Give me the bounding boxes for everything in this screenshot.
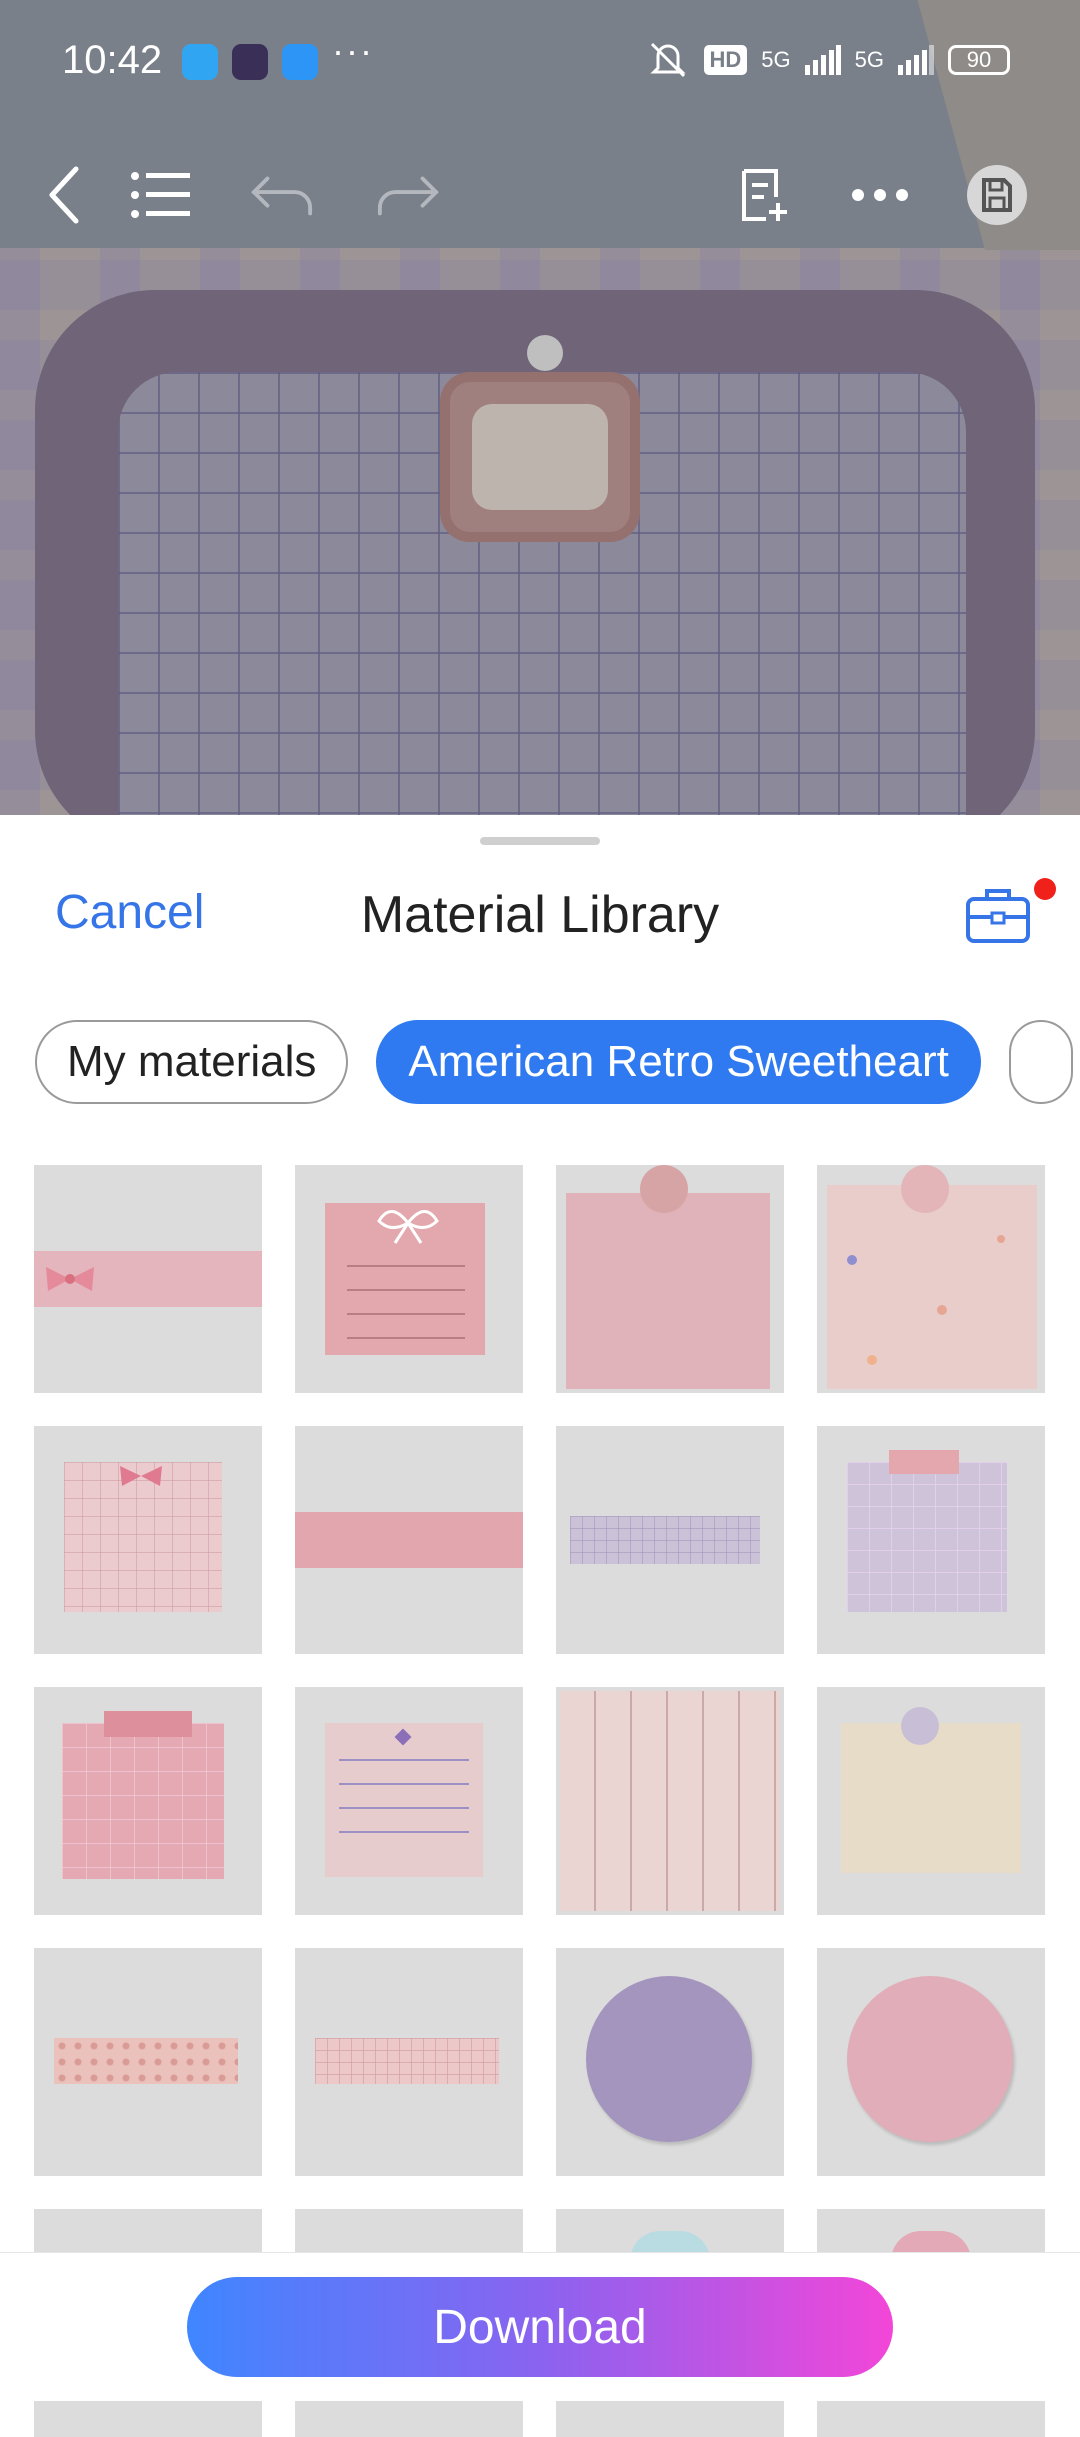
signal-label-1: 5G: [761, 47, 791, 72]
notification-badge: [1034, 878, 1056, 900]
material-item-pink-heart-tape[interactable]: [34, 1948, 262, 2176]
white-bow-icon: [377, 1210, 439, 1244]
toolbox-icon[interactable]: [965, 885, 1031, 945]
material-library-sheet: Material Library Cancel My materials Amer…: [0, 815, 1080, 2437]
bow-icon: [46, 1267, 94, 1291]
video-app-icon: [232, 44, 268, 80]
material-item-pink-grid-note-taped[interactable]: [34, 1687, 262, 1915]
battery-icon: 90: [948, 45, 1010, 75]
add-page-button[interactable]: [732, 163, 796, 227]
editor-background: 10:42 ··· HD 5G 5G 90: [0, 0, 1080, 820]
outline-button[interactable]: [128, 163, 192, 227]
save-icon: [967, 165, 1027, 225]
store-app-icon: [282, 44, 318, 80]
bow-icon: [120, 1466, 162, 1486]
download-bar: Download: [0, 2252, 1080, 2401]
signal-bars-icon-2: [898, 45, 934, 75]
status-more-icon: ···: [332, 30, 374, 71]
cancel-button[interactable]: Cancel: [55, 885, 204, 940]
redo-icon: [377, 176, 439, 216]
back-button[interactable]: [32, 163, 96, 227]
more-options-button[interactable]: [848, 163, 912, 227]
redo-button[interactable]: [376, 163, 440, 227]
hd-badge-icon: HD: [703, 45, 748, 75]
status-right-group: HD 5G 5G 90: [646, 40, 1010, 80]
back-arrow-icon: [49, 166, 79, 224]
battery-level: 90: [966, 47, 992, 72]
download-button[interactable]: Download: [187, 2277, 893, 2377]
editor-toolbar: [0, 135, 1080, 245]
material-item-pink-circle[interactable]: [817, 1948, 1045, 2176]
signal-label-2: 5G: [854, 47, 884, 72]
category-tabs: My materials American Retro Sweetheart: [35, 1020, 1080, 1104]
tab-american-retro-sweetheart[interactable]: American Retro Sweetheart: [376, 1020, 981, 1104]
material-item-pink-bow-lined-note[interactable]: [295, 1165, 523, 1393]
status-bar: 10:42 ··· HD 5G 5G 90: [0, 0, 1080, 125]
material-item-purple-circle[interactable]: [556, 1948, 784, 2176]
undo-icon: [251, 176, 313, 216]
material-item-pink-bow-striped-paper[interactable]: [556, 1687, 784, 1915]
signal-bars-icon-1: [804, 45, 841, 75]
material-item-lavender-grid-tape[interactable]: [556, 1426, 784, 1654]
material-item-pink-bow-ribbon-tape[interactable]: [34, 1165, 262, 1393]
canvas-pin: [527, 335, 563, 371]
undo-button[interactable]: [250, 163, 314, 227]
mute-icon: [649, 42, 686, 78]
material-item-pink-washi-tape[interactable]: [295, 1426, 523, 1654]
status-time: 10:42: [62, 38, 163, 82]
material-item-lavender-lined-floral-note[interactable]: [295, 1687, 523, 1915]
material-item-cream-pinned-note[interactable]: [817, 1687, 1045, 1915]
list-icon: [131, 172, 190, 218]
sheet-drag-handle[interactable]: [480, 837, 600, 845]
more-dots-icon: [852, 189, 908, 201]
tab-my-materials[interactable]: My materials: [35, 1020, 349, 1104]
app-notification-icon: [182, 44, 218, 80]
material-item-pink-bow-grid-note[interactable]: [34, 1426, 262, 1654]
material-item-lavender-grid-note-taped[interactable]: [817, 1426, 1045, 1654]
material-item-floral-pinned-note[interactable]: [817, 1165, 1045, 1393]
save-button[interactable]: [965, 163, 1029, 227]
material-item-pink-grid-tape[interactable]: [295, 1948, 523, 2176]
tab-next-partial[interactable]: [1008, 1020, 1073, 1104]
add-page-icon: [742, 169, 787, 221]
canvas-hanging-sign: [440, 372, 640, 542]
material-item-pink-pinned-note[interactable]: [556, 1165, 784, 1393]
